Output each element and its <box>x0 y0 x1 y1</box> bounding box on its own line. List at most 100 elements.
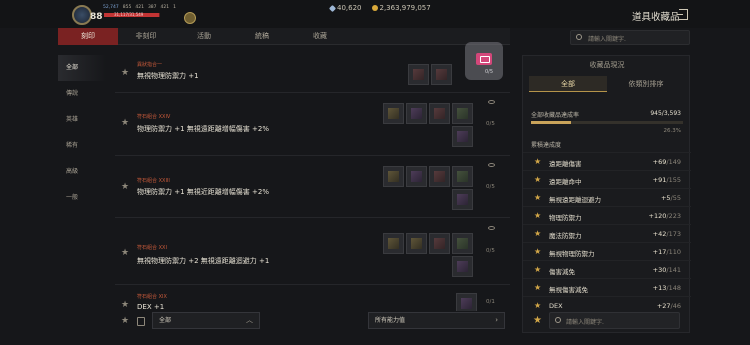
favorite-star-icon[interactable]: ★ <box>533 315 542 326</box>
item-slot[interactable] <box>452 189 473 210</box>
item-slot[interactable] <box>429 166 450 187</box>
character-avatar[interactable] <box>72 5 92 25</box>
sidebar-item-common[interactable]: 一般 <box>58 185 106 211</box>
search-placeholder: 請輸入關鍵字. <box>566 319 604 326</box>
collection-category: 符石組合 XXIII <box>137 178 170 184</box>
tab-non-engraved[interactable]: 非刻印 <box>116 28 176 45</box>
stat-row[interactable]: ★ 無視物理防禦力 +17/110 <box>523 242 691 260</box>
item-slots <box>408 64 452 85</box>
item-slot[interactable] <box>452 103 473 124</box>
stat-row[interactable]: ★ 物理防禦力 +120/223 <box>523 206 691 224</box>
collection-row[interactable]: ★ 符石組合 XIX DEX +1 0/1 <box>115 285 510 311</box>
favorite-star-icon[interactable]: ★ <box>121 68 129 78</box>
item-slot[interactable] <box>383 166 404 187</box>
tab-summary[interactable]: 統稿 <box>232 28 292 45</box>
top-bar: 88 52,747 855 421 387 421 1 31,117/31,54… <box>0 0 750 28</box>
item-slot[interactable] <box>452 233 473 254</box>
sidebar-item-heroic[interactable]: 英雄 <box>58 107 106 133</box>
stat-name: 遠距離傷害 <box>549 160 582 168</box>
stat-name: 物理防禦力 <box>549 214 582 222</box>
sidebar-item-rare[interactable]: 稀有 <box>58 133 106 159</box>
item-slot[interactable] <box>452 166 473 187</box>
sidebar-item-all[interactable]: 全部 <box>58 55 106 81</box>
star-icon: ★ <box>534 229 542 238</box>
tab-engraved[interactable]: 刻印 <box>58 28 118 45</box>
item-slot[interactable] <box>452 126 473 147</box>
panel-tab-by-category[interactable]: 依類別排序 <box>607 76 685 92</box>
progress-bar-fill <box>531 121 571 124</box>
stat-value: +42/173 <box>653 230 681 238</box>
window-title: 道具收藏品 <box>632 12 680 23</box>
panel-title: 收藏品現況 <box>589 61 625 69</box>
stat-name: 無視傷害減免 <box>549 286 588 294</box>
panel-tab-all[interactable]: 全部 <box>529 76 607 92</box>
collection-count: 0/1 <box>486 299 495 305</box>
item-slot[interactable] <box>406 166 427 187</box>
stat-value: 421 <box>135 5 144 10</box>
exit-icon[interactable] <box>677 9 688 20</box>
gold-coin-icon <box>371 5 378 11</box>
favorite-star-icon[interactable]: ★ <box>121 118 129 128</box>
top-search-input[interactable]: 請輸入關鍵字. <box>570 30 690 45</box>
stat-row[interactable]: ★ 傷害減免 +30/141 <box>523 260 691 278</box>
cumulative-label: 累積達成度 <box>531 142 562 149</box>
star-icon: ★ <box>534 193 542 202</box>
item-slot[interactable] <box>456 293 477 311</box>
favorite-star-icon[interactable]: ★ <box>121 248 129 258</box>
progress-label: 全部收藏品達成率 <box>531 112 580 119</box>
hp-text: 31,117/31,549 <box>114 12 144 17</box>
collection-row[interactable]: ★ 符石組合 XXI 無視物理防禦力 +2 無視遠距離迴避力 +1 0/5 <box>115 218 510 285</box>
guild-emblem-icon[interactable] <box>184 12 196 24</box>
star-icon: ★ <box>534 175 542 184</box>
eye-icon[interactable] <box>488 226 495 230</box>
eye-icon[interactable] <box>488 100 495 104</box>
collection-row[interactable]: ★ 異狀指合一 無視物理防禦力 +1 <box>115 56 510 93</box>
stat-row[interactable]: ★ 遠距離傷害 +69/149 <box>523 152 691 170</box>
progress-value: 945/3,593 <box>650 110 681 117</box>
item-slot[interactable] <box>406 233 427 254</box>
collection-effect: 物理防禦力 +1 無視近距離增幅傷害 +2% <box>137 188 269 196</box>
collection-row[interactable]: ★ 符石組合 XXIV 物理防禦力 +1 無視遠距離增幅傷害 +2% 0/5 <box>115 93 510 156</box>
gem-amount: 40,620 <box>337 4 362 12</box>
item-slots <box>383 166 479 210</box>
panel-search-input[interactable]: 請輸入關鍵字. <box>549 312 680 329</box>
grade-filter-dropdown[interactable]: 全部 ︿ <box>152 312 260 329</box>
star-icon: ★ <box>534 247 542 256</box>
collection-category: 符石組合 XXIV <box>137 114 171 120</box>
favorite-filter-star-icon[interactable]: ★ <box>121 316 129 326</box>
gold-amount: 2,363,979,057 <box>379 4 431 12</box>
item-slot[interactable] <box>431 64 452 85</box>
sidebar-item-advanced[interactable]: 高級 <box>58 159 106 185</box>
item-slot[interactable] <box>383 103 404 124</box>
gold-currency: 2,363,979,057 <box>371 4 431 12</box>
progress-bar <box>531 121 683 124</box>
tab-event[interactable]: 活動 <box>174 28 234 45</box>
item-slot[interactable] <box>452 256 473 277</box>
item-slot[interactable] <box>429 233 450 254</box>
collection-row[interactable]: ★ 符石組合 XXIII 物理防禦力 +1 無視近距離增幅傷害 +2% 0/5 <box>115 156 510 218</box>
lock-icon[interactable] <box>137 317 145 326</box>
stat-value: 1 <box>173 5 176 10</box>
item-slot[interactable] <box>383 233 404 254</box>
stat-current: +30 <box>652 266 667 274</box>
stat-max: /141 <box>666 266 681 274</box>
sidebar-item-legendary[interactable]: 傳說 <box>58 81 106 107</box>
favorite-star-icon[interactable]: ★ <box>121 182 129 192</box>
stat-row[interactable]: ★ 無視傷害減免 +13/148 <box>523 278 691 296</box>
item-slot[interactable] <box>408 64 429 85</box>
collection-count: 0/5 <box>486 121 495 127</box>
tab-collection[interactable]: 收藏 <box>290 28 350 45</box>
stat-row[interactable]: ★ 遠距離命中 +91/155 <box>523 170 691 188</box>
eye-icon[interactable] <box>488 163 495 167</box>
stat-max: /110 <box>666 248 681 256</box>
item-slot[interactable] <box>429 103 450 124</box>
stat-name: 遠距離命中 <box>549 178 582 186</box>
collection-list: ★ 異狀指合一 無視物理防禦力 +1 ★ 符石組合 XXIV 物理防禦力 +1 … <box>115 56 510 311</box>
ability-filter-dropdown[interactable]: 所有能力值 › <box>368 312 505 329</box>
item-slot[interactable] <box>406 103 427 124</box>
filter-bar: ★ 全部 ︿ 所有能力值 › <box>115 311 510 333</box>
favorite-star-icon[interactable]: ★ <box>121 300 129 310</box>
stat-row[interactable]: ★ 無視遠距離迴避力 +5/55 <box>523 188 691 206</box>
floating-overlay-button[interactable]: 0/5 <box>465 42 503 80</box>
stat-row[interactable]: ★ 魔法防禦力 +42/173 <box>523 224 691 242</box>
